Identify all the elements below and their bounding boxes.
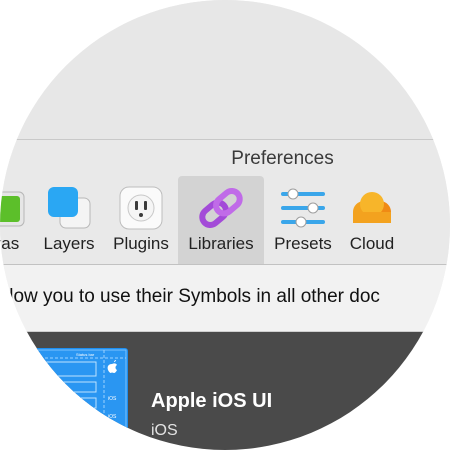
ios-ui-preview-icon: Status bar iOS Navigation bar iOS iOS (29, 349, 127, 450)
tab-label: Presets (274, 234, 332, 253)
thumb-label: Status bar (76, 352, 95, 357)
tab-plugins[interactable]: Plugins (106, 176, 176, 264)
thumb-label: iOS (108, 432, 117, 438)
thumb-label: iOS (108, 396, 117, 402)
layers-icon (45, 184, 93, 232)
tab-label: Layers (43, 234, 95, 253)
presets-icon (279, 184, 327, 232)
libraries-icon (197, 184, 245, 232)
window-title: Preferences (231, 148, 334, 169)
tab-canvas[interactable]: vas (0, 176, 32, 264)
canvas-icon (0, 184, 30, 232)
tab-label: vas (0, 234, 20, 253)
plugins-icon (117, 184, 165, 232)
tab-label: Cloud (349, 234, 395, 253)
tab-presets[interactable]: Presets (268, 176, 338, 264)
tab-label: Plugins (113, 234, 169, 253)
library-subtitle: iOS (151, 422, 178, 439)
preferences-window: Preferences vas Layers (0, 0, 450, 450)
library-thumbnail[interactable]: Status bar iOS Navigation bar iOS iOS (28, 348, 128, 450)
tab-cloud[interactable]: Cloud (340, 176, 404, 264)
tab-libraries[interactable]: Libraries (178, 176, 264, 264)
window-titlebar-area (0, 0, 450, 140)
tab-label: Libraries (188, 234, 254, 253)
cloud-icon (348, 184, 396, 232)
library-name[interactable]: Apple iOS UI (151, 390, 272, 413)
thumb-label: Navigation bar (38, 384, 64, 389)
thumb-label: iOS (108, 414, 117, 420)
libraries-description: llow you to use their Symbols in all oth… (5, 286, 380, 307)
tab-layers[interactable]: Layers (38, 176, 100, 264)
